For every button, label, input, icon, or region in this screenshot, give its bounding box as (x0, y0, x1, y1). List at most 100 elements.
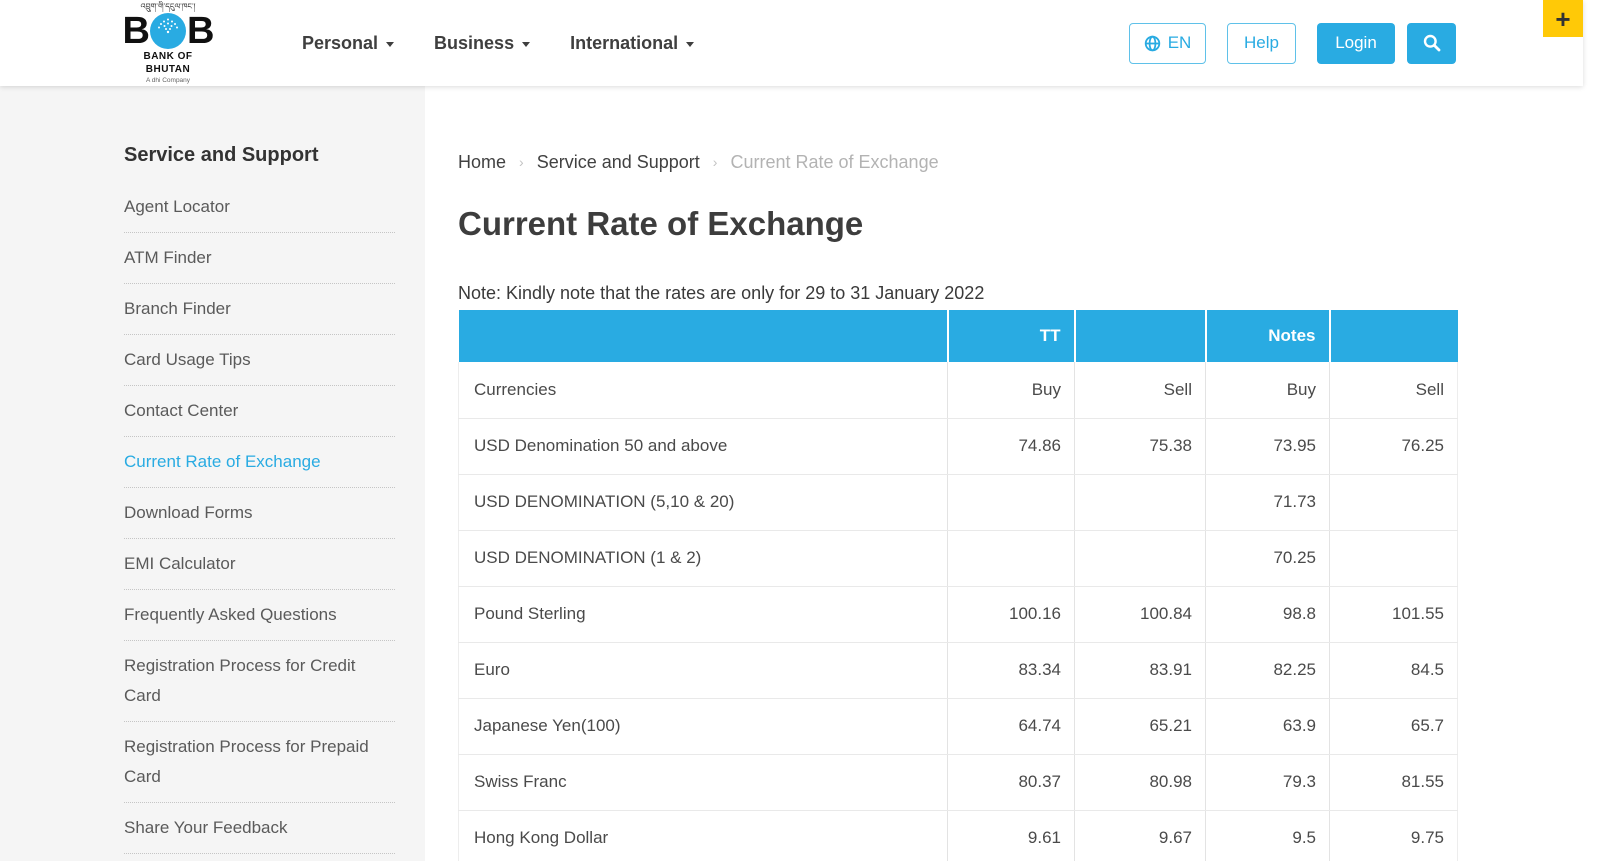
table-sub-header-row: Currencies Buy Sell Buy Sell (459, 362, 1458, 418)
notes-buy-cell: 63.9 (1206, 698, 1330, 754)
bank-name-text: BANK OF BHUTAN (124, 50, 212, 76)
help-button[interactable]: Help (1227, 23, 1296, 64)
chevron-right-icon: › (519, 150, 524, 175)
notes-buy-cell: 98.8 (1206, 586, 1330, 642)
notes-sell-cell (1330, 474, 1458, 530)
sidebar-menu: Agent LocatorATM FinderBranch FinderCard… (124, 182, 395, 854)
sub-header-currencies: Currencies (459, 362, 948, 418)
plus-icon: + (1555, 6, 1570, 32)
breadcrumb: Home › Service and Support › Current Rat… (458, 150, 1603, 175)
nav-item-business[interactable]: Business (434, 33, 530, 54)
main-nav: Personal Business International (302, 33, 694, 54)
currency-cell: USD Denomination 50 and above (459, 418, 948, 474)
sidebar-item-atm-finder[interactable]: ATM Finder (124, 233, 395, 284)
search-button[interactable] (1407, 23, 1456, 64)
tt-buy-cell: 9.61 (948, 810, 1075, 861)
logo-wordmark: B B (124, 12, 212, 50)
currency-cell: Euro (459, 642, 948, 698)
nav-item-international[interactable]: International (570, 33, 694, 54)
tt-sell-cell: 9.67 (1075, 810, 1206, 861)
notes-buy-cell: 79.3 (1206, 754, 1330, 810)
rate-row: Hong Kong Dollar9.619.679.59.75 (459, 810, 1458, 861)
currency-cell: Pound Sterling (459, 586, 948, 642)
breadcrumb-current-page: Current Rate of Exchange (730, 150, 938, 175)
currency-cell: Hong Kong Dollar (459, 810, 948, 861)
tt-buy-cell: 74.86 (948, 418, 1075, 474)
currency-cell: USD DENOMINATION (1 & 2) (459, 530, 948, 586)
sub-header-notes-sell: Sell (1330, 362, 1458, 418)
notes-sell-cell: 101.55 (1330, 586, 1458, 642)
notes-buy-cell: 82.25 (1206, 642, 1330, 698)
login-button[interactable]: Login (1317, 23, 1395, 64)
tt-sell-cell: 80.98 (1075, 754, 1206, 810)
sidebar: Service and Support Agent LocatorATM Fin… (0, 86, 425, 861)
sidebar-title: Service and Support (124, 142, 395, 168)
page-root: འབྲུག་གི་དངུལ་ཁང་། B B (0, 0, 1603, 861)
tt-buy-cell: 64.74 (948, 698, 1075, 754)
sidebar-item-card-usage-tips[interactable]: Card Usage Tips (124, 335, 395, 386)
notes-sell-cell: 76.25 (1330, 418, 1458, 474)
bank-logo[interactable]: འབྲུག་གི་དངུལ་ཁང་། B B (124, 1, 212, 85)
sidebar-item-agent-locator[interactable]: Agent Locator (124, 182, 395, 233)
notes-buy-cell: 71.73 (1206, 474, 1330, 530)
caret-down-icon (522, 42, 530, 47)
sidebar-item-current-rate-of-exchange[interactable]: Current Rate of Exchange (124, 437, 395, 488)
currency-cell: Japanese Yen(100) (459, 698, 948, 754)
tt-sell-cell: 100.84 (1075, 586, 1206, 642)
site-header: འབྲུག་གི་དངུལ་ཁང་། B B (0, 0, 1583, 86)
tt-sell-cell: 75.38 (1075, 418, 1206, 474)
rate-row: Euro83.3483.9182.2584.5 (459, 642, 1458, 698)
tt-sell-cell (1075, 474, 1206, 530)
bank-tagline: A dhi Company (124, 76, 212, 85)
notes-sell-cell (1330, 530, 1458, 586)
group-header-notes: Notes (1206, 310, 1330, 362)
language-button[interactable]: EN (1129, 23, 1206, 64)
tt-sell-cell: 83.91 (1075, 642, 1206, 698)
sidebar-item-registration-process-for-credit-card[interactable]: Registration Process for Credit Card (124, 641, 395, 722)
nav-item-personal[interactable]: Personal (302, 33, 394, 54)
rate-row: USD DENOMINATION (1 & 2) 70.25 (459, 530, 1458, 586)
breadcrumb-service-and-support[interactable]: Service and Support (537, 150, 700, 175)
sidebar-item-download-forms[interactable]: Download Forms (124, 488, 395, 539)
notes-sell-cell: 81.55 (1330, 754, 1458, 810)
sidebar-item-contact-center[interactable]: Contact Center (124, 386, 395, 437)
sidebar-item-share-your-feedback[interactable]: Share Your Feedback (124, 803, 395, 854)
tt-buy-cell (948, 530, 1075, 586)
notes-sell-cell: 9.75 (1330, 810, 1458, 861)
rate-row: USD Denomination 50 and above74.8675.38 7… (459, 418, 1458, 474)
notes-buy-cell: 70.25 (1206, 530, 1330, 586)
sub-header-notes-buy: Buy (1206, 362, 1330, 418)
tt-sell-cell: 65.21 (1075, 698, 1206, 754)
header-actions: EN Help Login (1129, 23, 1456, 64)
accessibility-plus-button[interactable]: + (1543, 0, 1583, 37)
notes-sell-cell: 84.5 (1330, 642, 1458, 698)
group-header-empty (459, 310, 948, 362)
logo-globe-icon (150, 13, 186, 49)
sidebar-item-registration-process-for-prepaid-card[interactable]: Registration Process for Prepaid Card (124, 722, 395, 803)
page-title: Current Rate of Exchange (458, 202, 1603, 245)
sidebar-item-frequently-asked-questions[interactable]: Frequently Asked Questions (124, 590, 395, 641)
group-header-empty (1075, 310, 1206, 362)
group-header-empty (1330, 310, 1458, 362)
sidebar-item-branch-finder[interactable]: Branch Finder (124, 284, 395, 335)
sidebar-item-emi-calculator[interactable]: EMI Calculator (124, 539, 395, 590)
rate-row: Japanese Yen(100)64.7465.2163.965.7 (459, 698, 1458, 754)
tt-buy-cell (948, 474, 1075, 530)
sub-header-tt-buy: Buy (948, 362, 1075, 418)
tt-sell-cell (1075, 530, 1206, 586)
content-layout: Service and Support Agent LocatorATM Fin… (0, 86, 1603, 861)
exchange-rates-table: TT Notes Currencies Buy Sell Buy Sell US… (458, 310, 1458, 861)
rate-row: USD DENOMINATION (5,10 & 20) 71.73 (459, 474, 1458, 530)
currency-cell: USD DENOMINATION (5,10 & 20) (459, 474, 948, 530)
rate-row: Pound Sterling100.16100.8498.8101.55 (459, 586, 1458, 642)
rate-row: Swiss Franc80.3780.9879.381.55 (459, 754, 1458, 810)
group-header-tt: TT (948, 310, 1075, 362)
main-content: Home › Service and Support › Current Rat… (425, 86, 1603, 861)
globe-icon (1144, 35, 1161, 52)
caret-down-icon (686, 42, 694, 47)
magnifier-icon (1422, 33, 1442, 53)
chevron-right-icon: › (713, 150, 718, 175)
tt-buy-cell: 100.16 (948, 586, 1075, 642)
breadcrumb-home[interactable]: Home (458, 150, 506, 175)
notes-sell-cell: 65.7 (1330, 698, 1458, 754)
